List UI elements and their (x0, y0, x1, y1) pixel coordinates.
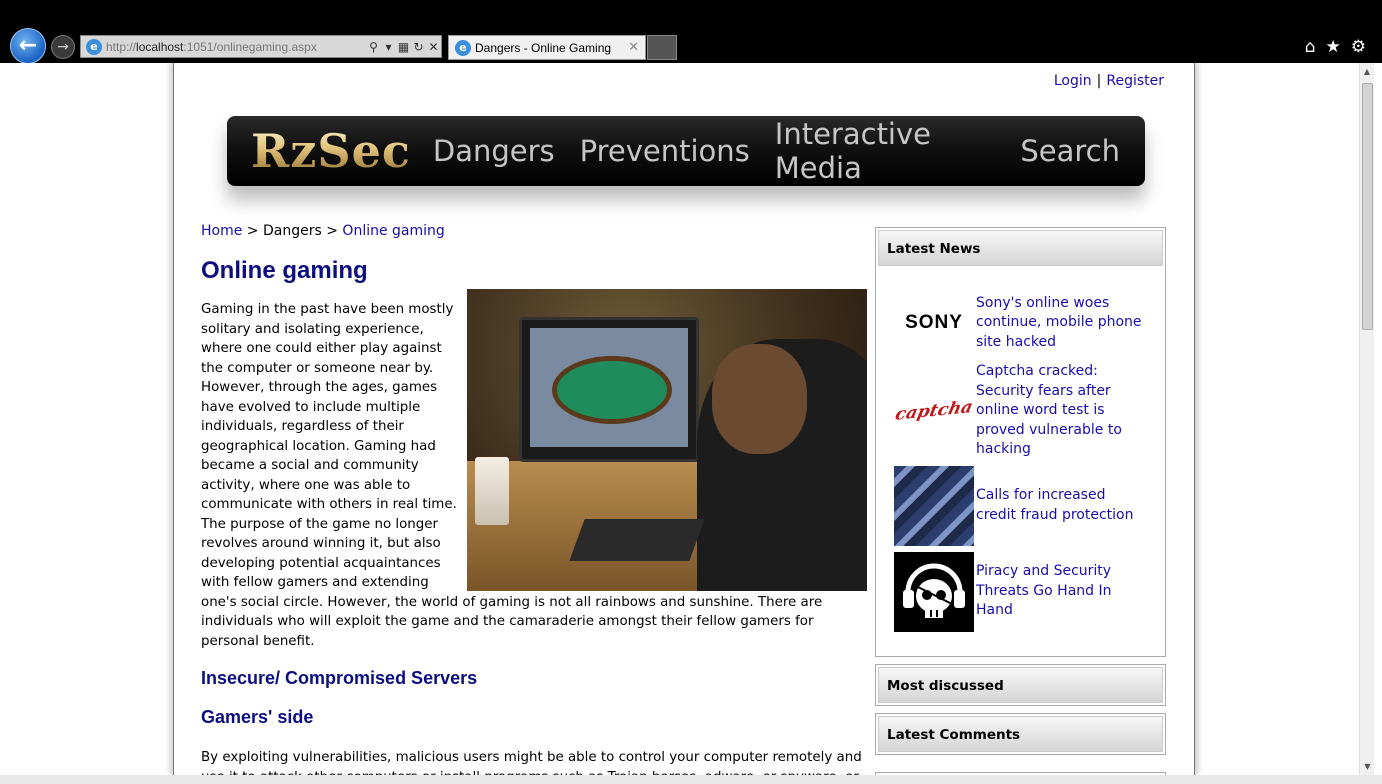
scroll-thumb[interactable] (1362, 83, 1373, 330)
breadcrumb-home[interactable]: Home (201, 223, 242, 239)
sony-logo-thumb: SONY (905, 312, 963, 333)
auth-divider: | (1096, 73, 1102, 89)
latest-comments-heading[interactable]: Latest Comments (878, 715, 1163, 752)
latest-news-heading: Latest News (878, 230, 1163, 266)
favorites-star-icon[interactable]: ★ (1326, 37, 1341, 57)
news-item: captcha Captcha cracked: Security fears … (893, 362, 1149, 460)
page-title: Online gaming (201, 257, 368, 284)
new-tab-button[interactable] (647, 35, 677, 60)
address-bar[interactable]: e http://localhost:1051/onlinegaming.asp… (80, 35, 442, 58)
vertical-scrollbar[interactable]: ▲ ▼ (1359, 63, 1374, 775)
pirate-skull-thumb (894, 551, 974, 632)
most-discussed-panel[interactable]: Most discussed (875, 663, 1166, 706)
home-icon[interactable]: ⌂ (1305, 37, 1316, 57)
breadcrumb-current[interactable]: Online gaming (342, 223, 444, 239)
news-item: SONY Sony's online woes continue, mobile… (894, 290, 1149, 356)
login-link[interactable]: Login (1054, 73, 1092, 89)
forward-arrow-icon[interactable]: → (51, 35, 75, 59)
address-url[interactable]: http://localhost:1051/onlinegaming.aspx (106, 40, 366, 54)
dropdown-icon[interactable]: ▾ (381, 40, 396, 54)
settings-gear-icon[interactable]: ⚙ (1351, 37, 1366, 57)
ie-tab-icon: e (455, 39, 471, 56)
scroll-down-icon[interactable]: ▼ (1360, 758, 1375, 775)
close-tab-icon[interactable]: ✕ (628, 40, 639, 55)
gamer-photo (467, 289, 867, 591)
section-heading-servers: Insecure/ Compromised Servers (201, 668, 478, 688)
auth-links: Login | Register (1054, 73, 1164, 89)
search-icon[interactable]: ⚲ (366, 40, 381, 54)
compatibility-icon[interactable]: ▦ (396, 40, 411, 54)
main-content: Online gaming Gaming in the past have be… (201, 257, 867, 775)
gamers-paragraph: By exploiting vulnerabilities, malicious… (201, 750, 862, 775)
breadcrumb-dangers: Dangers (262, 223, 322, 239)
status-strip (0, 775, 1382, 784)
most-discussed-heading[interactable]: Most discussed (878, 666, 1163, 703)
news-link[interactable]: Sony's online woes continue, mobile phon… (976, 294, 1149, 353)
back-arrow-icon[interactable]: ← (10, 28, 46, 64)
captcha-thumb: captcha (893, 396, 975, 425)
site-logo[interactable]: RzSec (251, 124, 411, 178)
section-heading-gamers: Gamers' side (201, 707, 314, 727)
latest-comments-panel[interactable]: Latest Comments (875, 712, 1166, 755)
nav-search[interactable]: Search (1020, 134, 1120, 168)
news-link[interactable]: Piracy and Security Threats Go Hand In H… (976, 562, 1149, 621)
breadcrumb: Home > Dangers > Online gaming (201, 223, 445, 239)
news-link[interactable]: Calls for increased credit fraud protect… (976, 486, 1149, 525)
ie-page-icon: e (86, 38, 102, 55)
browser-toolbar: ← → e http://localhost:1051/onlinegaming… (0, 0, 1382, 64)
register-link[interactable]: Register (1106, 73, 1164, 89)
nav-dangers[interactable]: Dangers (433, 134, 555, 168)
news-link[interactable]: Captcha cracked: Security fears after on… (976, 362, 1149, 460)
credit-cards-thumb (894, 465, 974, 546)
browser-tab[interactable]: e Dangers - Online Gaming ✕ (448, 35, 646, 60)
latest-news-panel: Latest News SONY Sony's online woes cont… (875, 227, 1166, 657)
page-container: Login | Register RzSec Dangers Preventions… (173, 63, 1195, 775)
refresh-icon[interactable]: ↻ (411, 40, 426, 54)
news-item: Piracy and Security Threats Go Hand In H… (894, 551, 1149, 632)
nav-interactive-media[interactable]: Interactive Media (775, 117, 996, 185)
tab-title: Dangers - Online Gaming (475, 40, 612, 55)
nav-preventions[interactable]: Preventions (580, 134, 750, 168)
scroll-up-icon[interactable]: ▲ (1360, 63, 1374, 80)
site-banner: RzSec Dangers Preventions Interactive Me… (227, 116, 1145, 186)
news-item: Calls for increased credit fraud protect… (894, 465, 1149, 546)
page-viewport: Login | Register RzSec Dangers Preventions… (8, 63, 1359, 775)
sidebar: Latest News SONY Sony's online woes cont… (875, 227, 1166, 775)
stop-icon[interactable]: ✕ (426, 40, 441, 54)
